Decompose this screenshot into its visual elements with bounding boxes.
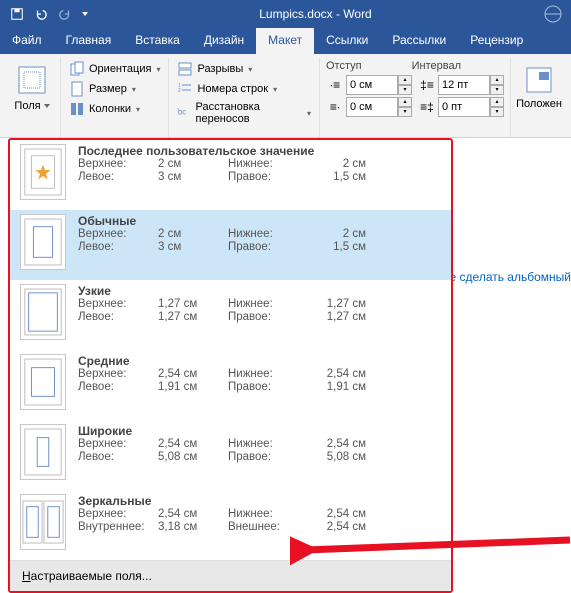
spinner-buttons[interactable]: ▴▾ <box>398 75 412 95</box>
title-bar: Lumpics.docx - Word <box>0 0 571 28</box>
columns-button[interactable]: Колонки▾ <box>67 100 162 118</box>
margins-label: Поля <box>14 100 40 112</box>
margins-option-moderate[interactable]: СредниеВерхнее:2,54 смНижнее:2,54 смЛево… <box>10 350 451 420</box>
redo-icon[interactable] <box>58 7 72 21</box>
tab-references[interactable]: Ссылки <box>314 28 380 54</box>
space-before-icon: ‡≡ <box>418 76 436 94</box>
margins-gallery: Последнее пользовательское значениеВерхн… <box>8 138 453 593</box>
undo-icon[interactable] <box>34 7 48 21</box>
margins-preset-icon <box>20 424 66 480</box>
margins-option-wide[interactable]: ШирокиеВерхнее:2,54 смНижнее:2,54 смЛево… <box>10 420 451 490</box>
size-button[interactable]: Размер▾ <box>67 80 162 98</box>
save-icon[interactable] <box>10 7 24 21</box>
margins-preset-icon <box>20 214 66 270</box>
columns-icon <box>69 101 85 117</box>
indent-right-input[interactable] <box>346 97 398 117</box>
tab-design[interactable]: Дизайн <box>192 28 256 54</box>
tab-file[interactable]: Файл <box>0 28 54 54</box>
orientation-button[interactable]: Ориентация▾ <box>67 60 162 78</box>
orientation-icon <box>69 61 85 77</box>
margins-option-star[interactable]: Последнее пользовательское значениеВерхн… <box>10 140 451 210</box>
spinner-buttons[interactable]: ▴▾ <box>398 97 412 117</box>
margins-button[interactable]: Поля <box>10 60 54 114</box>
svg-text:bc: bc <box>178 108 186 117</box>
space-after-icon: ≡‡ <box>418 98 436 116</box>
margins-preset-icon <box>20 284 66 340</box>
margins-option-mirror[interactable]: ЗеркальныеВерхнее:2,54 смНижнее:2,54 смВ… <box>10 490 451 560</box>
margins-preset-icon <box>20 354 66 410</box>
background-link[interactable]: е сделать альбомный <box>450 270 571 284</box>
option-title: Узкие <box>78 284 441 298</box>
position-button[interactable]: Положен <box>517 60 561 112</box>
spinner-buttons[interactable]: ▴▾ <box>490 97 504 117</box>
margins-option-narrow[interactable]: УзкиеВерхнее:1,27 смНижнее:1,27 смЛевое:… <box>10 280 451 350</box>
spacing-label: Интервал <box>412 60 461 72</box>
ribbon-tabs: Файл Главная Вставка Дизайн Макет Ссылки… <box>0 28 571 54</box>
hyphenation-button[interactable]: bcРасстановка переносов▾ <box>175 100 313 126</box>
size-icon <box>69 81 85 97</box>
tab-home[interactable]: Главная <box>54 28 124 54</box>
indent-left-input[interactable] <box>346 75 398 95</box>
custom-margins-button[interactable]: Настраиваемые поля... <box>10 560 451 591</box>
option-title: Зеркальные <box>78 494 441 508</box>
margins-icon <box>16 64 48 96</box>
position-icon <box>523 64 555 96</box>
option-title: Широкие <box>78 424 441 438</box>
option-title: Средние <box>78 354 441 368</box>
indent-left-icon: ∙≡ <box>326 76 344 94</box>
tab-layout[interactable]: Макет <box>256 28 314 54</box>
breaks-icon <box>177 61 193 77</box>
chevron-down-icon <box>44 104 50 108</box>
option-title: Обычные <box>78 214 441 228</box>
margins-option-normal[interactable]: ОбычныеВерхнее:2 смНижнее:2 смЛевое:3 см… <box>10 210 451 280</box>
svg-text:2: 2 <box>178 88 181 94</box>
hyphenation-icon: bc <box>177 105 191 121</box>
document-title: Lumpics.docx - Word <box>88 7 543 21</box>
margins-preset-icon <box>20 494 66 550</box>
breaks-button[interactable]: Разрывы▾ <box>175 60 313 78</box>
tab-review[interactable]: Рецензир <box>458 28 535 54</box>
line-numbers-button[interactable]: 12Номера строк▾ <box>175 80 313 98</box>
space-after-input[interactable] <box>438 97 490 117</box>
help-icon[interactable] <box>543 4 563 24</box>
tab-insert[interactable]: Вставка <box>123 28 192 54</box>
ribbon: Поля Ориентация▾ Размер▾ Колонки▾ Разрыв… <box>0 54 571 138</box>
option-title: Последнее пользовательское значение <box>78 144 441 158</box>
line-numbers-icon: 12 <box>177 81 193 97</box>
space-before-input[interactable] <box>438 75 490 95</box>
margins-preset-icon <box>20 144 66 200</box>
indent-label: Отступ <box>326 60 362 72</box>
indent-right-icon: ≡∙ <box>326 98 344 116</box>
tab-mailings[interactable]: Рассылки <box>380 28 458 54</box>
spinner-buttons[interactable]: ▴▾ <box>490 75 504 95</box>
